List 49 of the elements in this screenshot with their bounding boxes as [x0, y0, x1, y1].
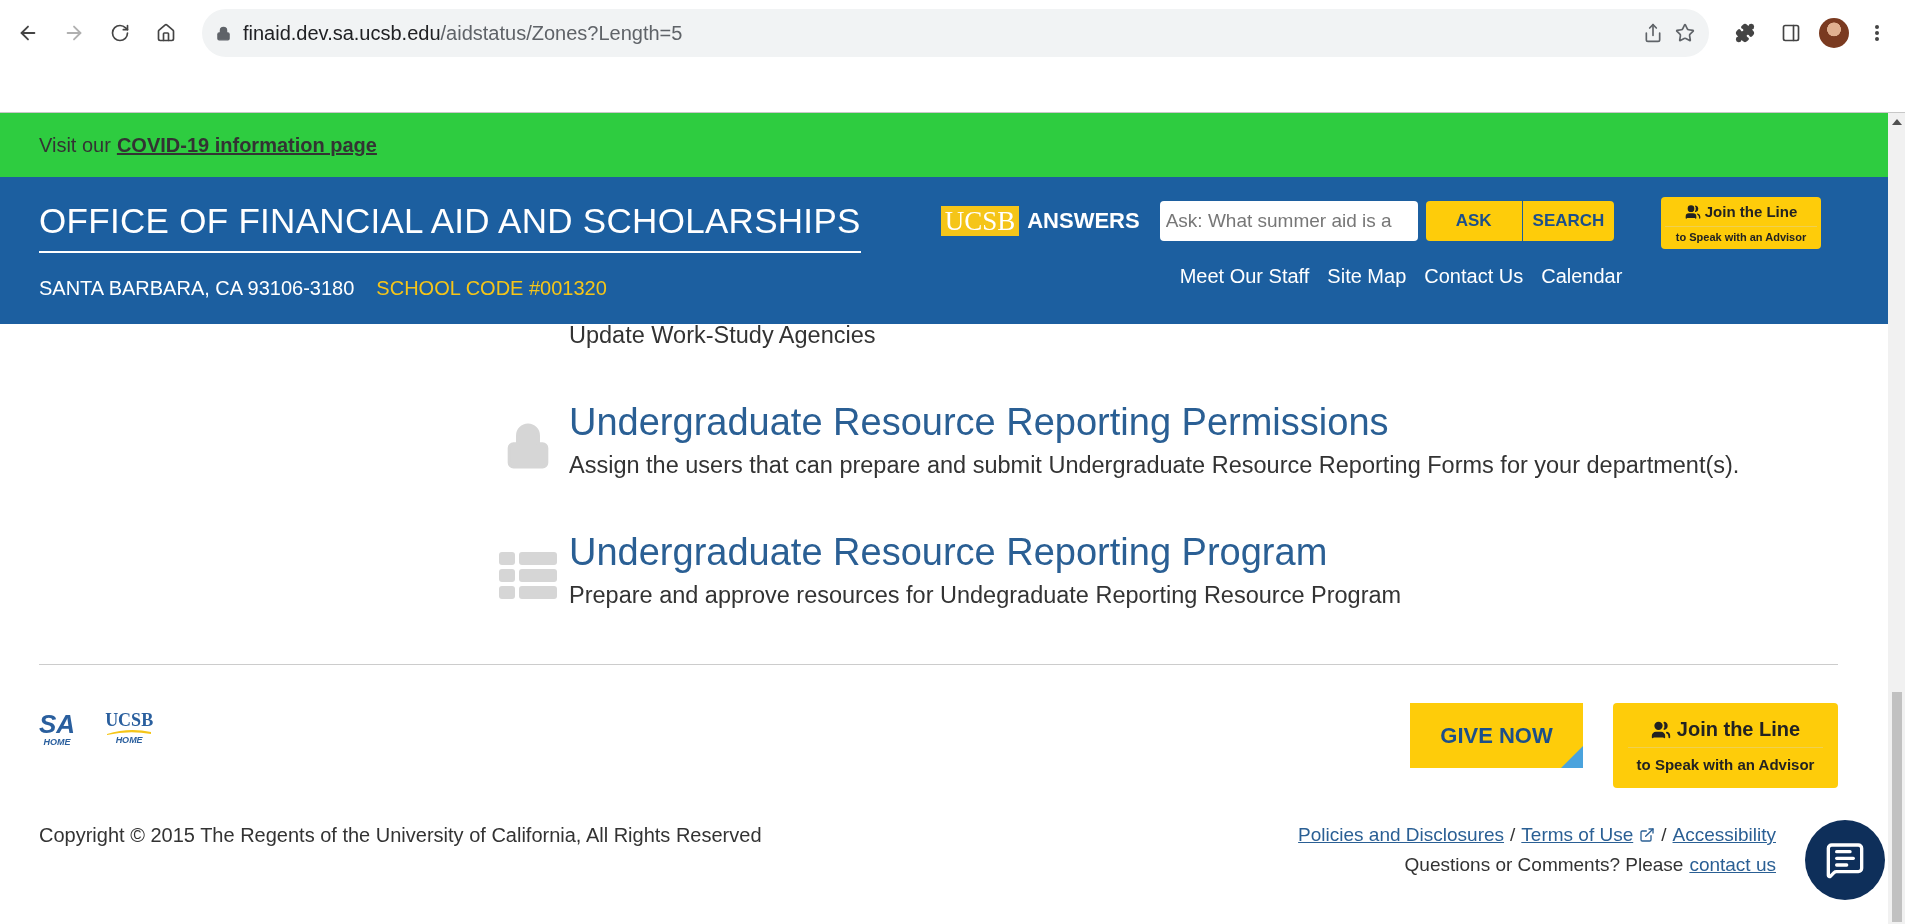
share-icon[interactable] [1643, 23, 1663, 43]
profile-avatar[interactable] [1819, 18, 1849, 48]
item-description: Assign the users that can prepare and submit Undergraduate Resource Reporting Forms for your department(s). [569, 452, 1741, 479]
copyright-text: Copyright © 2015 The Regents of the University of California, All Rights Reserved [39, 824, 762, 848]
item-description: Prepare and approve resources for Undegraduate Reporting Resource Program [569, 582, 1403, 609]
address-bar[interactable]: finaid.dev.sa.ucsb.edu/aidstatus/Zones?Length=5 [202, 9, 1709, 57]
home-icon [156, 23, 176, 43]
ask-field[interactable]: Ask: What summer aid is a [1159, 201, 1418, 241]
list-icon [499, 552, 557, 600]
sa-home-logo[interactable]: SA HOME [39, 711, 76, 747]
lock-icon [216, 25, 231, 41]
give-now-button[interactable]: GIVE NOW [1410, 703, 1583, 768]
users-icon [1684, 203, 1701, 220]
ucsb-logo: UCSB [940, 206, 1020, 236]
nav-link[interactable]: Meet Our Staff [1179, 265, 1310, 288]
footer-link[interactable]: Accessibility [1672, 824, 1776, 846]
address-text: SANTA BARBARA, CA 93106-3180 [39, 277, 355, 300]
answers-label: ANSWERS [1027, 208, 1140, 234]
item-description: Update Work-Study Agencies [569, 322, 877, 349]
ucsb-home-logo[interactable]: UCSB HOME [105, 711, 154, 747]
questions-text: Questions or Comments? Please [1404, 854, 1684, 876]
join-line-button[interactable]: Join the Line to Speak with an Advisor [1613, 703, 1838, 788]
reload-icon [110, 23, 130, 43]
ask-button[interactable]: ASK [1425, 201, 1523, 241]
external-link-icon [1639, 827, 1656, 843]
side-panel-icon [1781, 23, 1801, 43]
covid-link[interactable]: COVID-19 information page [116, 133, 377, 157]
contact-link[interactable]: contact us [1689, 854, 1776, 876]
nav-link[interactable]: Calendar [1541, 265, 1623, 288]
menu-dots-icon [1875, 25, 1879, 41]
users-icon [1650, 719, 1671, 740]
chat-icon [1825, 840, 1865, 880]
banner-text: Visit our [39, 133, 111, 157]
puzzle-icon [1735, 23, 1755, 43]
scrollbar[interactable] [1888, 113, 1905, 924]
url-text: finaid.dev.sa.ucsb.edu/aidstatus/Zones?Length=5 [243, 21, 684, 45]
site-title: OFFICE OF FINANCIAL AID AND SCHOLARSHIPS [39, 201, 861, 253]
footer-link[interactable]: Policies and Disclosures [1298, 824, 1505, 846]
separator: / [1510, 824, 1516, 846]
item-title-link[interactable]: Undergraduate Resource Reporting Program [569, 531, 1838, 574]
separator: / [1661, 824, 1667, 846]
footer-link[interactable]: Terms of Use [1521, 824, 1634, 846]
school-code: SCHOOL CODE #001320 [376, 277, 607, 300]
nav-link[interactable]: Contact Us [1424, 265, 1524, 288]
search-button[interactable]: SEARCH [1522, 201, 1615, 241]
item-title-link[interactable]: Undergraduate Resource Reporting Permissions [569, 401, 1838, 444]
nav-link[interactable]: Site Map [1327, 265, 1407, 288]
join-line-button[interactable]: Join the Line to Speak with an Advisor [1661, 197, 1821, 249]
bookmark-star-icon[interactable] [1675, 23, 1695, 43]
